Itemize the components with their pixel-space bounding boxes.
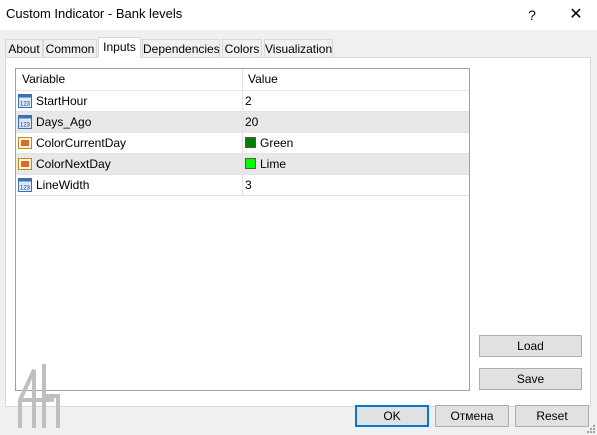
row-variable: LineWidth xyxy=(36,178,90,192)
tab-dependencies[interactable]: Dependencies xyxy=(142,39,220,57)
inputs-grid: Variable Value 123 StartHour 2 123 Days_… xyxy=(15,68,470,391)
color-swatch xyxy=(245,137,256,148)
color-icon xyxy=(18,158,32,170)
grid-header: Variable Value xyxy=(16,69,469,91)
window-title: Custom Indicator - Bank levels xyxy=(6,6,183,21)
color-swatch xyxy=(245,158,256,169)
cell-divider xyxy=(242,91,243,111)
int-icon: 123 xyxy=(18,115,32,129)
row-value[interactable]: 3 xyxy=(245,175,252,195)
tab-common[interactable]: Common xyxy=(43,39,97,57)
cell-divider xyxy=(242,154,243,174)
row-variable: ColorNextDay xyxy=(36,157,111,171)
table-row[interactable]: 123 Days_Ago 20 xyxy=(16,112,469,133)
close-button[interactable]: ✕ xyxy=(556,0,596,30)
table-row[interactable]: ColorNextDay Lime xyxy=(16,154,469,175)
ok-button[interactable]: OK xyxy=(355,405,429,427)
svg-text:123: 123 xyxy=(20,123,31,129)
color-icon xyxy=(18,137,32,149)
column-header-variable[interactable]: Variable xyxy=(22,69,65,90)
svg-text:123: 123 xyxy=(20,186,31,192)
svg-text:123: 123 xyxy=(20,102,31,108)
tab-colors[interactable]: Colors xyxy=(222,39,262,57)
watermark-logo-icon xyxy=(18,364,60,428)
reset-button[interactable]: Reset xyxy=(515,405,589,427)
tab-visualization[interactable]: Visualization xyxy=(264,39,333,57)
title-bar: Custom Indicator - Bank levels ? ✕ xyxy=(0,0,597,30)
row-variable: StartHour xyxy=(36,94,88,108)
cell-divider xyxy=(242,112,243,132)
row-value[interactable]: Lime xyxy=(260,154,286,174)
cell-divider xyxy=(242,133,243,153)
column-divider[interactable] xyxy=(242,69,243,90)
row-value[interactable]: 2 xyxy=(245,91,252,111)
cell-divider xyxy=(242,175,243,195)
tab-inputs[interactable]: Inputs xyxy=(98,37,141,58)
save-button[interactable]: Save xyxy=(479,368,582,390)
table-row[interactable]: 123 LineWidth 3 xyxy=(16,175,469,196)
column-header-value[interactable]: Value xyxy=(248,69,278,90)
load-button[interactable]: Load xyxy=(479,335,582,357)
int-icon: 123 xyxy=(18,94,32,108)
row-variable: Days_Ago xyxy=(36,115,92,129)
row-value[interactable]: Green xyxy=(260,133,293,153)
resize-grip-icon[interactable] xyxy=(585,423,595,433)
help-button[interactable]: ? xyxy=(512,0,552,30)
table-row[interactable]: ColorCurrentDay Green xyxy=(16,133,469,154)
row-value[interactable]: 20 xyxy=(245,112,258,132)
table-row[interactable]: 123 StartHour 2 xyxy=(16,91,469,112)
row-variable: ColorCurrentDay xyxy=(36,136,127,150)
int-icon: 123 xyxy=(18,178,32,192)
tab-about[interactable]: About xyxy=(5,39,43,57)
cancel-button[interactable]: Отмена xyxy=(435,405,509,427)
